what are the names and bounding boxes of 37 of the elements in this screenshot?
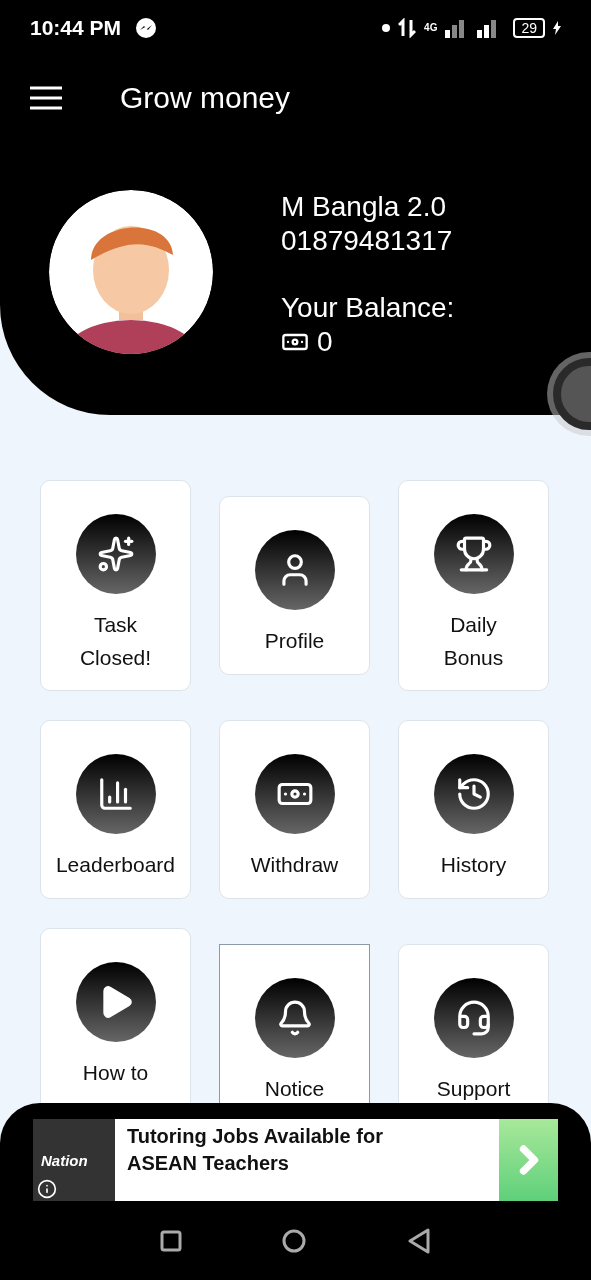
- dot-icon: [382, 23, 391, 32]
- network-type: 4G: [424, 22, 438, 33]
- menu-label: Profile: [263, 628, 326, 654]
- recents-icon[interactable]: [160, 1229, 183, 1252]
- user-name: M Bangla 2.0: [281, 190, 447, 224]
- charging-icon: [553, 20, 561, 35]
- balance-label: Your Balance:: [281, 291, 455, 325]
- menu-card[interactable]: Daily Bonus: [398, 480, 549, 691]
- ad-headline[interactable]: Tutoring Jobs Available for ASEAN Teachers: [115, 1119, 499, 1201]
- menu-card[interactable]: How to: [40, 928, 191, 1103]
- menu-label: Task Closed!: [78, 612, 153, 671]
- menu-label: Leaderboard: [54, 852, 177, 878]
- menu-card[interactable]: Withdraw: [219, 720, 370, 899]
- menu-label: Support: [435, 1076, 512, 1102]
- menu-label: Notice: [263, 1076, 326, 1102]
- menu-icon[interactable]: [30, 85, 62, 110]
- ad-brand: Nation: [40, 1151, 89, 1169]
- menu-card[interactable]: Notice: [219, 944, 370, 1103]
- menu-card[interactable]: Support: [398, 944, 549, 1103]
- phone-number: 01879481317: [281, 224, 454, 258]
- menu-label: How to: [81, 1060, 150, 1086]
- menu-card[interactable]: Leaderboard: [40, 720, 191, 899]
- messenger-icon: [135, 16, 158, 39]
- data-arrows-icon: [398, 17, 417, 38]
- battery-level: 29: [513, 17, 545, 38]
- menu-card[interactable]: Task Closed!: [40, 480, 191, 691]
- menu-card[interactable]: Profile: [219, 496, 370, 675]
- menu-label: Withdraw: [249, 852, 340, 878]
- menu-label: History: [439, 852, 508, 878]
- status-time: 10:44 PM: [30, 15, 122, 40]
- home-icon[interactable]: [282, 1228, 307, 1253]
- menu-card[interactable]: History: [398, 720, 549, 899]
- app-title: Grow money: [120, 80, 291, 115]
- balance-value: 0: [317, 325, 333, 359]
- info-icon[interactable]: [37, 1179, 57, 1199]
- back-icon[interactable]: [406, 1227, 431, 1254]
- menu-label: Daily Bonus: [442, 612, 505, 671]
